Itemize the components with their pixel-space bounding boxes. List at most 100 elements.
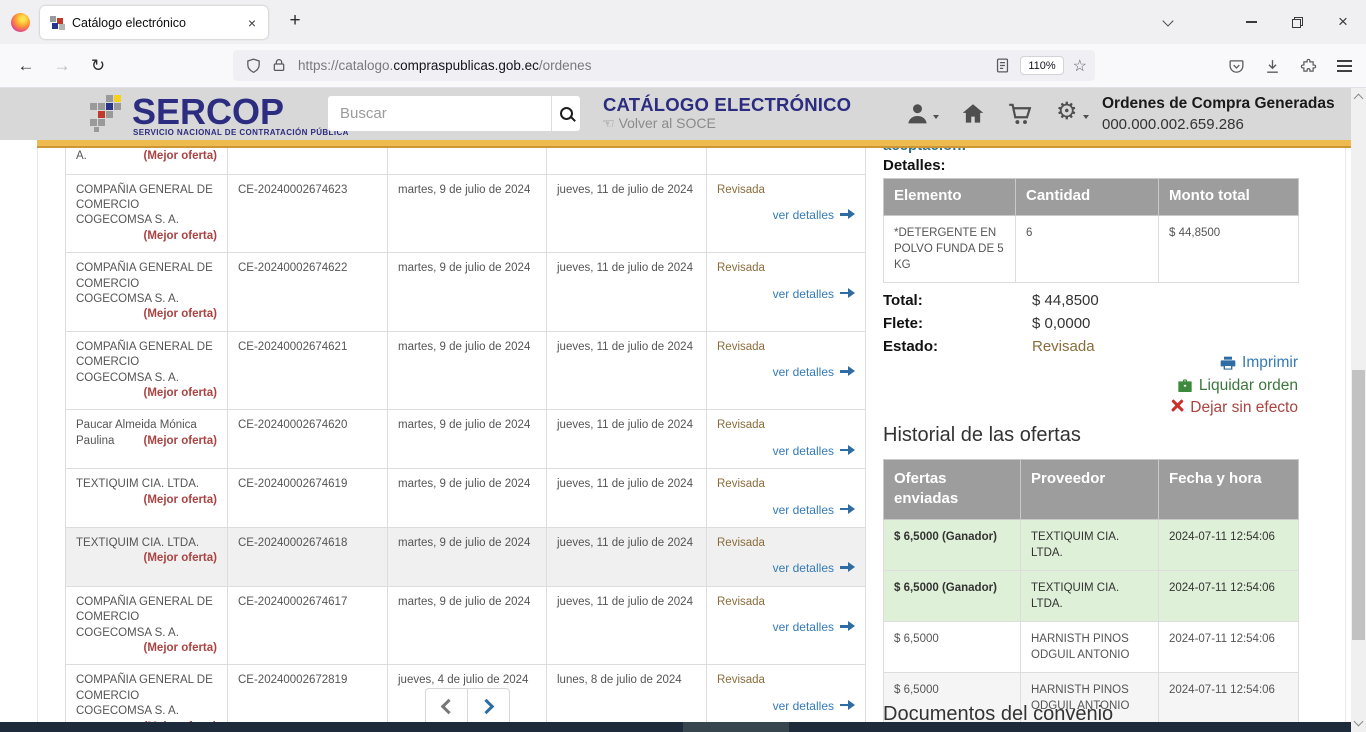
view-details-link[interactable]: ver detalles [773, 503, 834, 517]
order-code-cell: CE-20240002674619 [228, 469, 388, 528]
settings-gear-icon[interactable]: ⚙ [1056, 100, 1084, 126]
arrow-right-icon [840, 504, 855, 514]
action-link-print[interactable]: Imprimir [1242, 354, 1298, 372]
tab-close-icon[interactable]: × [245, 14, 259, 32]
url-text: https://catalogo.compraspublicas.gob.ec/… [298, 58, 994, 73]
page-title: CATÁLOGO ELECTRÓNICO [603, 94, 851, 116]
best-offer-label: (Mejor oferta) [144, 641, 217, 656]
provider-cell: Paucar Almeida Mónica Paulina (Mejor ofe… [66, 410, 228, 469]
extensions-puzzle-icon[interactable] [1294, 52, 1322, 80]
user-account-icon[interactable] [905, 101, 933, 127]
printer-icon [1220, 355, 1236, 371]
menu-hamburger-icon[interactable] [1330, 52, 1358, 80]
vertical-scrollbar[interactable] [1351, 88, 1366, 732]
view-details: ver detalles [717, 502, 855, 519]
best-offer-label: (Mejor oferta) [144, 229, 217, 244]
action-link-anul[interactable]: Dejar sin efecto [1190, 399, 1298, 417]
search-box [328, 96, 580, 131]
view-details-link[interactable]: ver detalles [773, 208, 834, 222]
column-header-cantidad: Cantidad [1016, 179, 1159, 216]
offer-amount-cell: $ 6,5000 [884, 621, 1021, 672]
clipped-acceptance-label: aceptación: [883, 148, 966, 154]
briefcase-icon [1177, 378, 1193, 394]
tab-title: Catálogo electrónico [72, 16, 245, 30]
total-label: Flete: [883, 315, 1032, 332]
shield-icon[interactable] [245, 57, 262, 74]
order-row: COMPAÑIA GENERAL DE COMERCIO COGECOMSA S… [66, 586, 866, 665]
order-row: Paucar Almeida Mónica Paulina (Mejor ofe… [66, 410, 866, 469]
acceptance-date-cell: jueves, 11 de julio de 2024 [547, 253, 707, 332]
offer-row: $ 6,5000 (Ganador)TEXTIQUIM CIA. LTDA.20… [884, 519, 1299, 570]
bookmark-star-icon[interactable]: ☆ [1073, 56, 1087, 76]
order-row: TEXTIQUIM CIA. LTDA. (Mejor oferta)CE-20… [66, 469, 866, 528]
totals-block: Total:$ 44,8500Flete:$ 0,0000Estado:Revi… [883, 289, 1298, 358]
column-header-monto: Monto total [1159, 179, 1299, 216]
scroll-up-icon[interactable] [1354, 94, 1364, 104]
status-cell: Revisadaver detalles [707, 586, 866, 665]
tab-list-chevron-icon[interactable] [1151, 8, 1185, 36]
browser-tab[interactable]: Catálogo electrónico × [40, 6, 268, 39]
provider-cell: COMPAÑIA GENERAL DE COMERCIO COGECOMSA S… [66, 253, 228, 332]
forward-button[interactable]: → [48, 52, 76, 80]
view-details-link[interactable]: ver detalles [773, 699, 834, 713]
back-button[interactable]: ← [12, 52, 40, 80]
previous-page-button[interactable] [425, 688, 467, 725]
restore-button[interactable] [1280, 8, 1314, 36]
close-window-button[interactable]: × [1326, 8, 1360, 36]
reload-button[interactable]: ↻ [84, 52, 112, 80]
offer-row: $ 6,5000HARNISTH PINOS ODGUIL ANTONIO202… [884, 621, 1299, 672]
orders-generated-label: Ordenes de Compra Generadas [1102, 95, 1342, 113]
next-page-button[interactable] [467, 688, 510, 725]
issue-date-cell: martes, 9 de julio de 2024 [388, 331, 547, 410]
action-link-liq[interactable]: Liquidar orden [1199, 377, 1298, 395]
view-details: ver detalles [717, 698, 855, 715]
view-details-link[interactable]: ver detalles [773, 444, 834, 458]
user-caret-icon [933, 115, 939, 119]
new-tab-button[interactable]: + [282, 8, 308, 34]
best-offer-label: (Mejor oferta) [144, 386, 217, 401]
view-details-link[interactable]: ver detalles [773, 620, 834, 634]
issue-date-cell: martes, 9 de julio de 2024 [388, 410, 547, 469]
total-value: $ 44,8500 [1032, 292, 1099, 309]
provider-cell: TEXTIQUIM CIA. LTDA. (Mejor oferta) [66, 469, 228, 528]
best-offer-label: (Mejor oferta) [144, 434, 217, 449]
acceptance-date-cell: jueves, 11 de julio de 2024 [547, 174, 707, 253]
provider-cell: A. (Mejor oferta) [66, 148, 228, 174]
settings-caret-icon [1083, 115, 1089, 119]
issue-date-cell: martes, 9 de julio de 2024 [388, 174, 547, 253]
search-button[interactable] [551, 96, 580, 131]
cart-icon[interactable] [1007, 101, 1035, 127]
minimize-button[interactable] [1234, 8, 1268, 36]
offer-history-table: Ofertas enviadas Proveedor Fecha y hora … [883, 459, 1299, 724]
home-icon[interactable] [960, 101, 988, 127]
best-offer-label: (Mejor oferta) [144, 307, 217, 322]
lock-icon[interactable] [271, 57, 288, 74]
footer-segment [683, 722, 789, 732]
view-details: ver detalles [717, 560, 855, 577]
offer-datetime-cell: 2024-07-11 12:54:06 [1159, 621, 1299, 672]
view-details-link[interactable]: ver detalles [773, 561, 834, 575]
arrow-right-icon [840, 445, 855, 455]
url-path: /ordenes [539, 58, 592, 73]
zoom-level-chip[interactable]: 110% [1020, 56, 1063, 75]
order-row: TEXTIQUIM CIA. LTDA. (Mejor oferta)CE-20… [66, 528, 866, 587]
column-header-fecha: Fecha y hora [1159, 460, 1299, 520]
content-right-border [1345, 148, 1346, 722]
search-input[interactable] [328, 96, 551, 131]
view-details-link[interactable]: ver detalles [773, 287, 834, 301]
download-icon[interactable] [1258, 52, 1286, 80]
status-badge: Revisada [717, 418, 855, 433]
arrow-right-icon [840, 621, 855, 631]
sercop-wordmark: SERCOP [132, 91, 284, 133]
scrollbar-thumb[interactable] [1352, 370, 1365, 640]
reader-mode-icon[interactable] [994, 57, 1011, 74]
order-code-cell: CE-20240002674618 [228, 528, 388, 587]
back-to-soce-link[interactable]: ☜Volver al SOCE [602, 115, 716, 132]
view-details-link[interactable]: ver detalles [773, 365, 834, 379]
arrow-right-icon [840, 366, 855, 376]
scroll-down-icon[interactable] [1354, 717, 1364, 727]
url-bar[interactable]: https://catalogo.compraspublicas.gob.ec/… [233, 50, 1095, 81]
pocket-icon[interactable] [1222, 52, 1250, 80]
firefox-logo-icon[interactable] [11, 13, 30, 32]
status-cell: Revisadaver detalles [707, 528, 866, 587]
